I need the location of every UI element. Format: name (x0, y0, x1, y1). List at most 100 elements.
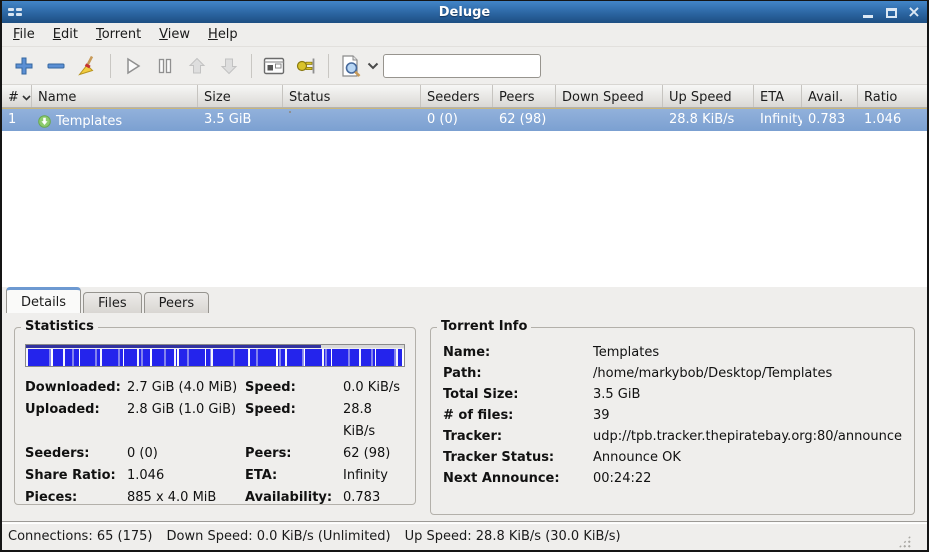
stat-label: Peers: (245, 443, 343, 465)
plug-icon (295, 56, 317, 76)
status-down-speed: Down Speed: 0.0 KiB/s (Unlimited) (166, 529, 390, 544)
stat-label: Downloaded: (25, 377, 127, 399)
window-title: Deluge (2, 5, 927, 20)
menu-view[interactable]: View (150, 25, 199, 44)
info-label: Total Size: (443, 384, 593, 405)
queue-up-button[interactable] (181, 51, 213, 81)
arrow-down-icon (219, 56, 239, 76)
row-name: Templates (32, 109, 198, 131)
column-header-size[interactable]: Size (198, 85, 283, 107)
pause-button[interactable] (149, 51, 181, 81)
tab-files[interactable]: Files (83, 292, 142, 313)
row-seeders: 0 (0) (421, 109, 493, 131)
column-header-peers[interactable]: Peers (493, 85, 556, 107)
stat-value: Infinity (343, 465, 405, 487)
resume-button[interactable] (117, 51, 149, 81)
status-connections: Connections: 65 (175) (8, 529, 152, 544)
info-label: # of files: (443, 405, 593, 426)
stat-value: 885 x 4.0 MiB (127, 487, 245, 509)
info-value: 00:24:22 (593, 468, 902, 489)
toolbar-separator (110, 54, 111, 78)
preferences-icon (263, 57, 285, 75)
row-status: Downloading 78% Downloading 78% (283, 109, 421, 131)
column-header-eta[interactable]: ETA (754, 85, 802, 107)
search-input[interactable] (383, 54, 541, 78)
menu-torrent[interactable]: Torrent (87, 25, 150, 44)
menubar: File Edit Torrent View Help (2, 23, 927, 47)
stat-label: Uploaded: (25, 399, 127, 443)
progress-remainder (289, 111, 291, 113)
column-header-avail[interactable]: Avail. (802, 85, 858, 107)
remove-torrent-button[interactable] (40, 51, 72, 81)
add-icon (14, 56, 34, 76)
tab-bar: Details Files Peers (2, 287, 927, 313)
chevron-down-icon (367, 62, 379, 70)
info-value: 3.5 GiB (593, 384, 902, 405)
column-header-status[interactable]: Status (283, 85, 421, 107)
arrow-up-icon (187, 56, 207, 76)
info-label: Tracker Status: (443, 447, 593, 468)
maximize-button[interactable] (884, 5, 898, 19)
broom-icon (77, 55, 99, 77)
pieces-stripes (26, 349, 404, 366)
column-header-ratio[interactable]: Ratio (858, 85, 927, 107)
titlebar[interactable]: Deluge × (2, 1, 927, 23)
torrent-info-title: Torrent Info (437, 319, 531, 334)
connection-manager-button[interactable] (290, 51, 322, 81)
column-header-seeders[interactable]: Seeders (421, 85, 493, 107)
resize-grip[interactable] (898, 535, 911, 548)
add-torrent-button[interactable] (8, 51, 40, 81)
torrent-list-empty-area[interactable] (2, 131, 927, 287)
row-down-speed (556, 109, 663, 131)
clear-finished-button[interactable] (72, 51, 104, 81)
column-header-number[interactable]: # (2, 85, 32, 107)
stat-value: 1.046 (127, 465, 245, 487)
torrent-info-groupbox: Torrent Info Name:Templates Path:/home/m… (430, 327, 915, 515)
stat-value: 62 (98) (343, 443, 405, 465)
stat-label: Pieces: (25, 487, 127, 509)
find-dropdown-chevron[interactable] (367, 62, 379, 70)
tab-peers[interactable]: Peers (144, 292, 210, 313)
statistics-groupbox: Statistics Downloaded:2.7 GiB (4.0 MiB) … (14, 327, 416, 505)
column-header-up-speed[interactable]: Up Speed (663, 85, 754, 107)
stat-label: Seeders: (25, 443, 127, 465)
row-ratio: 1.046 (858, 109, 927, 131)
column-header-down-speed[interactable]: Down Speed (556, 85, 663, 107)
row-peers: 62 (98) (493, 109, 556, 131)
sort-arrow-icon (22, 95, 31, 101)
preferences-button[interactable] (258, 51, 290, 81)
stat-value: 2.7 GiB (4.0 MiB) (127, 377, 245, 399)
menu-help[interactable]: Help (199, 25, 247, 44)
stat-label: Speed: (245, 377, 343, 399)
toolbar-separator (251, 54, 252, 78)
tab-details[interactable]: Details (6, 287, 81, 313)
downloading-state-icon (38, 115, 51, 128)
info-label: Name: (443, 342, 593, 363)
menu-edit[interactable]: Edit (44, 25, 87, 44)
stat-value: 2.8 GiB (1.0 GiB) (127, 399, 245, 443)
stat-label: ETA: (245, 465, 343, 487)
info-label: Tracker: (443, 426, 593, 447)
info-value: /home/markybob/Desktop/Templates (593, 363, 902, 384)
torrent-row[interactable]: 1 Templates 3.5 GiB Downloading 78% Down… (2, 108, 927, 131)
status-up-speed: Up Speed: 28.8 KiB/s (30.0 KiB/s) (405, 529, 621, 544)
list-header: # Name Size Status Seeders Peers Down Sp… (2, 85, 927, 108)
pause-icon (155, 56, 175, 76)
stat-value: 0 (0) (127, 443, 245, 465)
row-avail: 0.783 (802, 109, 858, 131)
minimize-button[interactable] (861, 5, 875, 19)
find-button[interactable] (335, 51, 367, 81)
stat-label: Availability: (245, 487, 343, 509)
stat-label: Share Ratio: (25, 465, 127, 487)
pieces-bar (25, 344, 405, 367)
column-header-name[interactable]: Name (32, 85, 198, 107)
close-button[interactable]: × (907, 5, 921, 19)
statistics-title: Statistics (21, 319, 98, 334)
menu-file[interactable]: File (4, 25, 44, 44)
queue-down-button[interactable] (213, 51, 245, 81)
row-up-speed: 28.8 KiB/s (663, 109, 754, 131)
info-value: 39 (593, 405, 902, 426)
remove-icon (46, 56, 66, 76)
row-number: 1 (2, 109, 32, 131)
toolbar (2, 47, 927, 85)
